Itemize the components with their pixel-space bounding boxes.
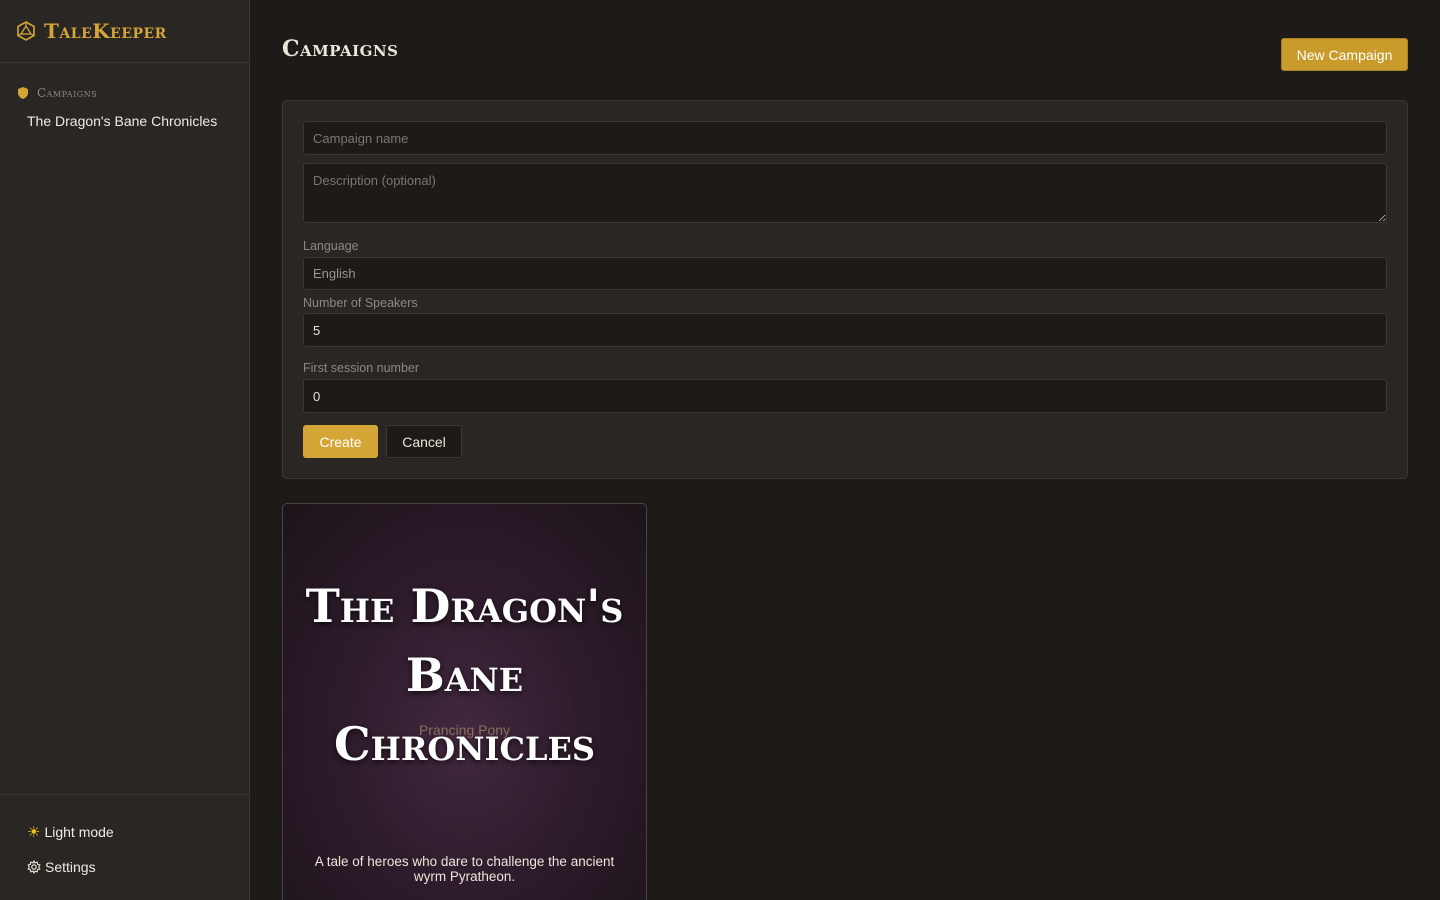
settings-link[interactable]: Settings xyxy=(27,859,96,875)
gear-icon xyxy=(27,860,41,874)
cancel-button[interactable]: Cancel xyxy=(386,425,462,458)
language-label: Language xyxy=(303,239,359,253)
page-title: Campaigns xyxy=(282,36,399,62)
description-input[interactable] xyxy=(303,163,1387,223)
d20-icon xyxy=(17,21,35,41)
new-campaign-button[interactable]: New Campaign xyxy=(1281,38,1408,71)
campaign-card[interactable]: Prancing Pony The Dragon's Bane Chronicl… xyxy=(282,503,647,900)
sun-icon: ☀ xyxy=(27,824,41,841)
app-name: TaleKeeper xyxy=(44,19,167,43)
first-session-input[interactable] xyxy=(303,379,1387,413)
sidebar-item-campaign[interactable]: The Dragon's Bane Chronicles xyxy=(27,111,249,131)
campaign-name-input[interactable] xyxy=(303,121,1387,155)
new-campaign-form: Language English Number of Speakers Firs… xyxy=(282,100,1408,479)
shield-icon xyxy=(18,87,28,99)
campaign-card-title: The Dragon's Bane Chronicles xyxy=(305,579,624,771)
speakers-label: Number of Speakers xyxy=(303,296,418,310)
campaign-card-description: A tale of heroes who dare to challenge t… xyxy=(314,854,615,884)
first-session-label: First session number xyxy=(303,361,420,375)
sidebar-section-campaigns: Campaigns xyxy=(0,63,249,105)
light-mode-label: Light mode xyxy=(44,824,114,840)
sidebar-section-label: Campaigns xyxy=(37,86,98,100)
brand[interactable]: TaleKeeper xyxy=(0,0,249,63)
light-mode-toggle[interactable]: ☀ Light mode xyxy=(27,823,114,841)
settings-label: Settings xyxy=(45,859,96,875)
language-select[interactable]: English xyxy=(303,257,1387,290)
sidebar-footer: ☀ Light mode Settings xyxy=(0,794,249,900)
speakers-input[interactable] xyxy=(303,313,1387,347)
sidebar: TaleKeeper Campaigns The Dragon's Bane C… xyxy=(0,0,250,900)
create-button[interactable]: Create xyxy=(303,425,378,458)
